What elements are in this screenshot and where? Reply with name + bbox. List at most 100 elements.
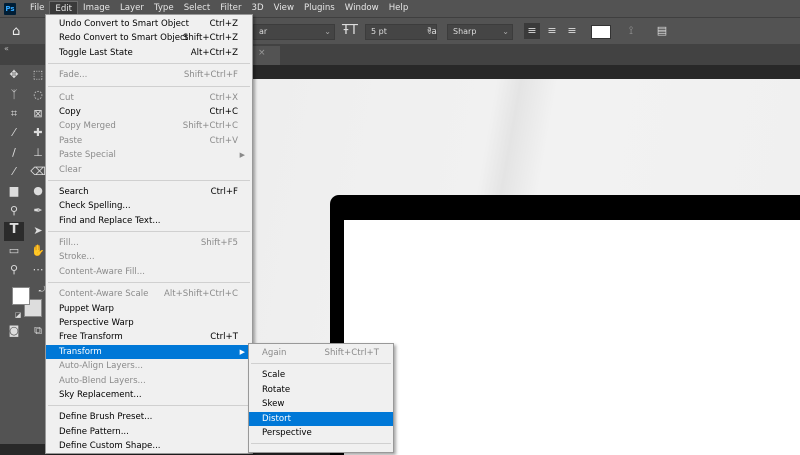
menu-item-label: Define Custom Shape... <box>59 441 161 452</box>
menu-item-check-spelling[interactable]: Check Spelling... <box>46 199 252 213</box>
brush-tool-icon[interactable]: / <box>6 145 22 161</box>
crop-tool-icon[interactable]: ⌗ <box>6 106 22 122</box>
type-tool-icon[interactable]: T <box>4 222 24 241</box>
menu-item-scale[interactable]: Scale <box>249 368 393 382</box>
marquee-tool-icon[interactable]: ⬚ <box>30 67 46 83</box>
menu-item-label: Stroke... <box>59 252 95 263</box>
menu-item-define-pattern[interactable]: Define Pattern... <box>46 425 252 439</box>
antialias-select[interactable]: Sharp ⌄ <box>447 24 513 40</box>
collapse-icon[interactable]: « <box>4 44 9 53</box>
menu-item-label: Undo Convert to Smart Object <box>59 19 189 29</box>
device-screen <box>344 220 800 455</box>
pen-tool-icon[interactable]: ✒ <box>30 203 46 219</box>
menu-item-label: Sky Replacement... <box>59 389 142 400</box>
blur-tool-icon[interactable]: ● <box>30 183 46 199</box>
menu-item-define-custom-shape[interactable]: Define Custom Shape... <box>46 439 252 453</box>
stamp-tool-icon[interactable]: ⊥ <box>30 145 46 161</box>
menu-item-transform[interactable]: Transform ▶ <box>46 344 252 360</box>
menu-item-copy-merged[interactable]: Copy Merged Shift+Ctrl+C <box>46 119 252 133</box>
menu-help[interactable]: Help <box>384 1 414 16</box>
menu-separator <box>249 360 393 368</box>
menu-item-skew[interactable]: Skew <box>249 397 393 411</box>
menu-item-label: Define Pattern... <box>59 426 129 437</box>
menu-item-label: Transform <box>59 346 102 357</box>
menu-item-label: Distort <box>262 413 292 424</box>
eraser-icon[interactable]: ⌫ <box>30 164 46 180</box>
menu-item-label: Perspective <box>262 427 312 438</box>
menu-item-content-aware-fill[interactable]: Content-Aware Fill... <box>46 265 252 279</box>
menu-item-sky-replacement[interactable]: Sky Replacement... <box>46 388 252 402</box>
menu-item-search[interactable]: Search Ctrl+F <box>46 185 252 199</box>
menu-item-label: Fade... <box>59 70 88 81</box>
menu-item-label: Fill... <box>59 238 79 249</box>
dodge-tool-icon[interactable]: ⚲ <box>6 203 22 219</box>
menu-item-find-and-replace-text[interactable]: Find and Replace Text... <box>46 214 252 228</box>
history-brush-icon[interactable]: ⁄ <box>6 164 22 180</box>
menu-item-redo-convert-to-smart-object[interactable]: Redo Convert to Smart Object Shift+Ctrl+Z <box>46 31 252 45</box>
gradient-tool-icon[interactable]: ▆ <box>6 183 22 199</box>
align-right-icon[interactable]: ≡ <box>564 23 580 39</box>
more-tools-icon[interactable]: ⋯ <box>30 262 46 278</box>
menu-item-label: Define Brush Preset... <box>59 412 153 423</box>
font-style-select[interactable]: ar ⌄ <box>253 24 335 40</box>
menu-item-free-transform[interactable]: Free Transform Ctrl+T <box>46 330 252 344</box>
menu-item-label: Free Transform <box>59 332 123 343</box>
frame-tool-icon[interactable]: ⊠ <box>30 106 46 122</box>
screen-mode-icon[interactable]: ⧉ <box>30 323 46 339</box>
menu-item-auto-align-layers[interactable]: Auto-Align Layers... <box>46 359 252 373</box>
eyedropper-icon[interactable]: ⁄ <box>6 125 22 141</box>
font-style-value: ar <box>259 27 268 36</box>
hand-tool-icon[interactable]: ✋ <box>30 243 46 259</box>
healing-brush-icon[interactable]: ✚ <box>30 125 46 141</box>
text-color-swatch[interactable] <box>591 25 611 39</box>
warp-text-icon[interactable]: ⟟ <box>623 23 639 39</box>
menu-item-shortcut: Ctrl+T <box>210 332 238 343</box>
foreground-color-swatch[interactable] <box>12 287 30 305</box>
menu-view[interactable]: View <box>269 1 299 16</box>
menu-window[interactable]: Window <box>340 1 384 16</box>
menu-item-label: Redo Convert to Smart Object <box>59 33 189 44</box>
menu-item-label: Auto-Blend Layers... <box>59 375 146 386</box>
menu-item-fill[interactable]: Fill... Shift+F5 <box>46 236 252 250</box>
menu-item-puppet-warp[interactable]: Puppet Warp <box>46 302 252 316</box>
zoom-tool-icon[interactable]: ⚲ <box>6 262 22 278</box>
home-icon[interactable]: ⌂ <box>12 24 20 39</box>
menu-item-shortcut: Ctrl+V <box>209 135 238 146</box>
menu-item-clear[interactable]: Clear <box>46 163 252 177</box>
menu-item-again[interactable]: Again Shift+Ctrl+T <box>249 346 393 360</box>
menu-item-content-aware-scale[interactable]: Content-Aware Scale Alt+Shift+Ctrl+C <box>46 287 252 301</box>
menu-item-toggle-last-state[interactable]: Toggle Last State Alt+Ctrl+Z <box>46 46 252 60</box>
menu-item-auto-blend-layers[interactable]: Auto-Blend Layers... <box>46 374 252 388</box>
menu-item-stroke[interactable]: Stroke... <box>46 250 252 264</box>
menu-item-label: Auto-Align Layers... <box>59 361 143 372</box>
menu-item-distort[interactable]: Distort <box>249 411 393 426</box>
menu-plugins[interactable]: Plugins <box>299 1 340 16</box>
quick-select-icon[interactable]: ◌ <box>30 87 46 103</box>
menu-item-cut[interactable]: Cut Ctrl+X <box>46 91 252 105</box>
path-select-icon[interactable]: ➤ <box>30 223 46 239</box>
menu-item-shortcut: Shift+Ctrl+T <box>324 348 379 358</box>
character-panel-icon[interactable]: ▤ <box>654 23 670 39</box>
menu-item-define-brush-preset[interactable]: Define Brush Preset... <box>46 410 252 424</box>
rectangle-tool-icon[interactable]: ▭ <box>6 243 22 259</box>
menu-item-shortcut: Ctrl+C <box>209 106 239 117</box>
lasso-tool-icon[interactable]: ᛉ <box>6 87 22 103</box>
align-left-icon[interactable]: ≡ <box>524 23 540 39</box>
menu-item-perspective-warp[interactable]: Perspective Warp <box>46 316 252 330</box>
align-center-icon[interactable]: ≡ <box>544 23 560 39</box>
menu-item-rotate[interactable]: Rotate <box>249 383 393 397</box>
menu-item-undo-convert-to-smart-object[interactable]: Undo Convert to Smart Object Ctrl+Z <box>46 17 252 31</box>
menu-item-label: Copy <box>59 106 81 117</box>
menu-item-paste-special[interactable]: Paste Special ▶ <box>46 148 252 162</box>
font-size-icon: ŦT <box>342 23 358 38</box>
menu-item-fade[interactable]: Fade... Shift+Ctrl+F <box>46 68 252 82</box>
default-colors-icon[interactable]: ◪ <box>10 307 26 323</box>
menu-item-copy[interactable]: Copy Ctrl+C <box>46 105 252 119</box>
close-icon[interactable]: × <box>258 48 266 58</box>
menu-item-label: Again <box>262 348 287 358</box>
menu-item-paste[interactable]: Paste Ctrl+V <box>46 134 252 148</box>
quick-mask-icon[interactable]: ◙ <box>6 323 22 339</box>
menu-separator <box>46 279 252 287</box>
move-tool-icon[interactable]: ✥ <box>6 67 22 83</box>
menu-item-perspective[interactable]: Perspective <box>249 426 393 440</box>
